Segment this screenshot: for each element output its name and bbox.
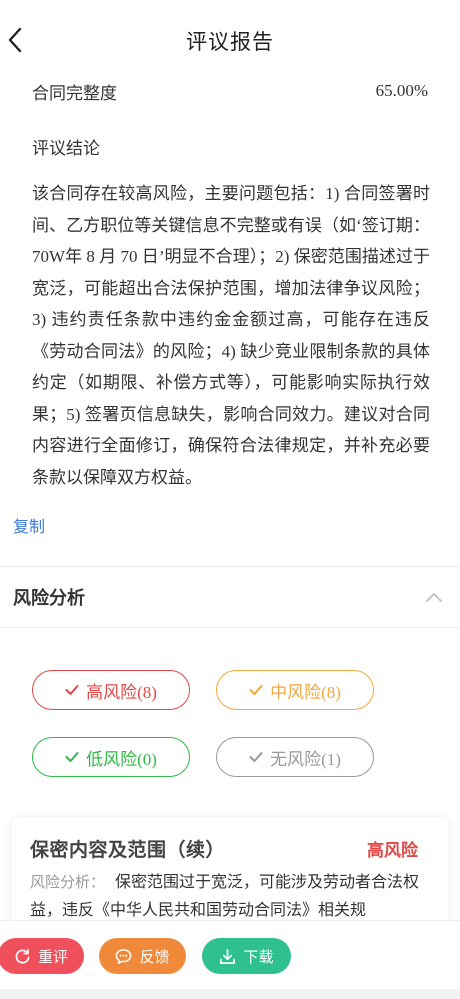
check-icon	[65, 752, 79, 762]
completeness-value: 65.00%	[375, 81, 428, 100]
completeness-row: 合同完整度 65.00%	[32, 78, 428, 104]
download-button[interactable]: 下载	[202, 938, 291, 974]
conclusion-text: 该合同存在较高风险，主要问题包括：1) 合同签署时间、乙方职位等关键信息不完整或…	[32, 184, 430, 487]
bottom-strip	[0, 989, 460, 999]
risk-section-title: 风险分析	[13, 588, 85, 608]
chat-bubble-icon	[116, 948, 132, 964]
filter-label: 低风险(0)	[86, 749, 157, 769]
rereview-button[interactable]: 重评	[0, 938, 84, 974]
risk-section-toggle[interactable]: 风险分析	[0, 567, 460, 627]
risk-card-title: 保密内容及范围（续）	[30, 840, 226, 861]
risk-card-analysis: 风险分析： 保密范围过于宽泛，可能涉及劳动者合法权益，违反《中华人民共和国劳动合同…	[30, 869, 430, 925]
check-icon	[65, 685, 79, 695]
bottom-action-bar: 重评 反馈 下载	[0, 920, 460, 999]
completeness-label: 合同完整度	[32, 83, 117, 103]
filter-high-risk[interactable]: 高风险(8)	[32, 670, 190, 710]
filter-label: 高风险(8)	[86, 682, 157, 702]
check-icon	[249, 752, 263, 762]
filter-label: 中风险(8)	[270, 682, 341, 702]
header-bar: 评议报告	[0, 0, 460, 70]
filter-no-risk[interactable]: 无风险(1)	[216, 737, 374, 777]
feedback-label: 反馈	[139, 948, 170, 966]
rereview-label: 重评	[37, 948, 68, 966]
download-label: 下载	[243, 948, 274, 966]
conclusion-label: 评议结论	[32, 139, 100, 158]
feedback-button[interactable]: 反馈	[99, 938, 186, 974]
risk-analysis-label: 风险分析：	[30, 874, 106, 891]
refresh-icon	[15, 948, 30, 964]
filter-medium-risk[interactable]: 中风险(8)	[216, 670, 374, 710]
page-title: 评议报告	[186, 31, 274, 54]
risk-level-badge: 高风险	[367, 841, 418, 860]
filter-label: 无风险(1)	[270, 749, 341, 769]
filter-low-risk[interactable]: 低风险(0)	[32, 737, 190, 777]
check-icon	[249, 685, 263, 695]
divider	[0, 627, 460, 628]
chevron-up-icon	[426, 593, 442, 602]
download-icon	[220, 948, 236, 964]
copy-button[interactable]: 复制	[13, 513, 45, 537]
